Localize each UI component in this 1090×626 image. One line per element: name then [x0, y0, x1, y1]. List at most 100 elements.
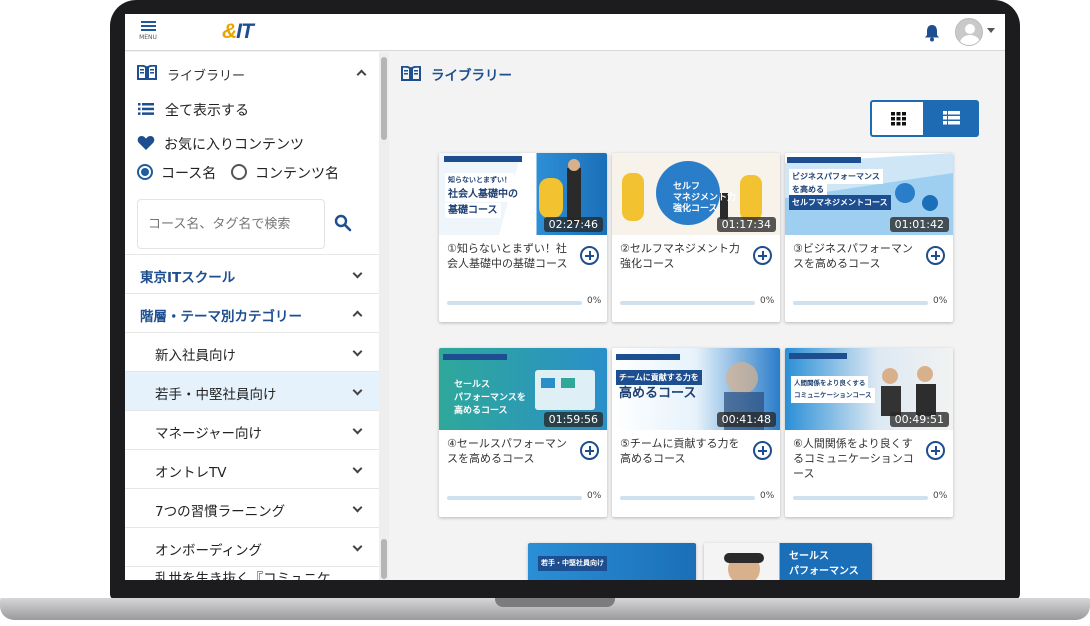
course-thumbnail[interactable]: セールス パフォーマンスを 高めるコース 01:59:56	[439, 348, 607, 430]
progress-text: 0%	[587, 491, 602, 501]
radio-content-name[interactable]	[231, 164, 247, 180]
hamburger-icon-line	[140, 25, 156, 27]
user-avatar[interactable]	[955, 18, 983, 46]
sidebar-scrollbar-thumb-lower[interactable]	[381, 539, 387, 579]
chevron-down-icon[interactable]	[352, 268, 363, 279]
sidebar-scrollbar-thumb[interactable]	[381, 57, 387, 140]
course-thumbnail[interactable]: 人間関係をより良くする コミュニケーションコース 00:49:51	[785, 348, 953, 430]
sidebar-show-all[interactable]: 全て表示する	[125, 98, 379, 120]
sidebar-item-managers[interactable]: マネージャー向け	[125, 410, 379, 449]
course-card[interactable]: チームに貢献する力を 高めるコース 00:41:48 ⑤チームに貢献する力を高め…	[612, 348, 780, 517]
hamburger-icon-line	[140, 29, 156, 31]
progress-text: 0%	[933, 491, 948, 501]
top-bar: MENU &IT	[125, 14, 1005, 51]
avatar-head	[965, 24, 975, 34]
sidebar-category-themes[interactable]: 階層・テーマ別カテゴリー	[125, 293, 379, 332]
sidebar-item-young-mid-employees[interactable]: 若手・中堅社員向け	[125, 371, 379, 410]
progress-bar	[447, 496, 582, 500]
chevron-down-icon[interactable]	[352, 502, 363, 513]
course-title[interactable]: ②セルフマネジメント力強化コース	[620, 241, 750, 271]
progress-bar	[620, 496, 755, 500]
chevron-down-icon[interactable]	[352, 541, 363, 552]
category-label: 東京ITスクール	[140, 270, 236, 286]
thumbnail-text: 知らないとまずい！	[445, 173, 514, 188]
list-view-icon	[943, 111, 960, 125]
course-title[interactable]: ④セールスパフォーマンスを高めるコース	[447, 436, 577, 466]
course-thumbnail[interactable]: ビジネスパフォーマンス を高める セルフマネジメントコース 01:01:42	[785, 153, 953, 235]
progress-bar	[793, 301, 928, 305]
laptop-notch	[495, 598, 615, 607]
sidebar-item-onboarding[interactable]: オンボーディング	[125, 527, 379, 566]
radio-course-name[interactable]	[137, 164, 153, 180]
chevron-up-icon[interactable]	[356, 69, 367, 80]
add-icon[interactable]	[926, 441, 945, 460]
page-title: ライブラリー	[431, 68, 512, 84]
show-all-label: 全て表示する	[165, 103, 249, 119]
course-thumbnail[interactable]: チームに貢献する力を 高めるコース 00:41:48	[612, 348, 780, 430]
logo-amp: &	[222, 20, 237, 43]
chevron-down-icon[interactable]	[352, 424, 363, 435]
sidebar-library-header[interactable]: ライブラリー	[125, 60, 379, 86]
add-icon[interactable]	[926, 246, 945, 265]
subcategory-label: マネージャー向け	[155, 426, 263, 442]
grid-view-button[interactable]	[870, 100, 925, 137]
menu-button[interactable]: MENU	[137, 19, 159, 47]
thumbnail-text: チームに貢献する力を	[616, 370, 702, 385]
hamburger-icon	[140, 21, 156, 23]
course-title[interactable]: ①知らないとまずい！社会人基礎中の基礎コース	[447, 241, 577, 271]
course-thumbnail[interactable]: 知らないとまずい！ 社会人基礎中の 基礎コース 02:27:46	[439, 153, 607, 235]
list-view-button[interactable]	[925, 100, 979, 137]
course-card[interactable]: 人間関係をより良くする コミュニケーションコース 00:49:51 ⑥人間関係を…	[785, 348, 953, 517]
search-icon[interactable]	[334, 214, 352, 232]
thumbnail-text: セルフマネジメントコース	[789, 195, 891, 210]
radio-content-name-label[interactable]: コンテンツ名	[255, 163, 339, 183]
add-icon[interactable]	[753, 441, 772, 460]
course-thumbnail[interactable]: セールス パフォーマンス	[704, 543, 872, 580]
thumbnail-text: セールス	[789, 551, 829, 562]
course-thumbnail[interactable]: セルフ マネジメント力 強化コース 01:17:34	[612, 153, 780, 235]
thumbnail-text: 強化コース	[673, 204, 718, 214]
progress-bar	[447, 301, 582, 305]
course-title[interactable]: ③ビジネスパフォーマンスを高めるコース	[793, 241, 923, 271]
thumbnail-text: 高めるコース	[454, 406, 508, 416]
course-card[interactable]: 知らないとまずい！ 社会人基礎中の 基礎コース 02:27:46 ①知らないとま…	[439, 153, 607, 322]
sidebar: ライブラリー 全て表示する お気に入りコンテンツ コース名 コンテンツ名 コース…	[125, 52, 379, 580]
subcategory-label: 新入社員向け	[155, 348, 236, 364]
bell-icon[interactable]	[924, 24, 940, 42]
laptop-mockup: MENU &IT ライブラリー 全て表示する お気に入りコンテンツ コース名 コ…	[0, 0, 1090, 626]
progress-text: 0%	[760, 296, 775, 306]
course-card-partial[interactable]: セールス パフォーマンス	[704, 543, 872, 580]
course-title[interactable]: ⑥人間関係をより良くするコミュニケーションコース	[793, 436, 923, 481]
sidebar-category-tokyo-it-school[interactable]: 東京ITスクール	[125, 254, 379, 293]
add-icon[interactable]	[580, 246, 599, 265]
menu-label: MENU	[139, 34, 157, 41]
add-icon[interactable]	[580, 441, 599, 460]
sidebar-item-new-employees[interactable]: 新入社員向け	[125, 332, 379, 371]
progress-text: 0%	[933, 296, 948, 306]
search-input[interactable]	[137, 199, 325, 249]
chevron-down-icon[interactable]	[987, 28, 995, 33]
chevron-up-icon[interactable]	[352, 310, 363, 321]
sidebar-item-communication[interactable]: 乱世を生き抜く『コミュニケ	[125, 566, 379, 580]
course-card[interactable]: セルフ マネジメント力 強化コース 01:17:34 ②セルフマネジメント力強化…	[612, 153, 780, 322]
radio-course-name-label[interactable]: コース名	[161, 163, 216, 183]
sidebar-favorites[interactable]: お気に入りコンテンツ	[125, 132, 379, 154]
chevron-down-icon[interactable]	[352, 346, 363, 357]
course-title[interactable]: ⑤チームに貢献する力を高めるコース	[620, 436, 750, 466]
add-icon[interactable]	[753, 246, 772, 265]
thumbnail-text: パフォーマンス	[789, 566, 859, 577]
course-card[interactable]: セールス パフォーマンスを 高めるコース 01:59:56 ④セールスパフォーマ…	[439, 348, 607, 517]
course-card[interactable]: ビジネスパフォーマンス を高める セルフマネジメントコース 01:01:42 ③…	[785, 153, 953, 322]
chevron-down-icon[interactable]	[352, 463, 363, 474]
thumbnail-text: 社会人基礎中の	[445, 187, 521, 202]
duration-badge: 01:01:42	[889, 217, 949, 232]
sidebar-item-7-habits[interactable]: 7つの習慣ラーニング	[125, 488, 379, 527]
course-card-partial[interactable]: 若手・中堅社員向け	[528, 543, 696, 580]
thumbnail-text: 基礎コース	[445, 203, 501, 218]
grid-icon	[891, 112, 906, 126]
app-logo[interactable]: &IT	[222, 20, 254, 44]
progress-text: 0%	[587, 296, 602, 306]
chevron-down-icon[interactable]	[352, 385, 363, 396]
course-thumbnail[interactable]: 若手・中堅社員向け	[528, 543, 696, 580]
sidebar-item-ontore-tv[interactable]: オントレTV	[125, 449, 379, 488]
